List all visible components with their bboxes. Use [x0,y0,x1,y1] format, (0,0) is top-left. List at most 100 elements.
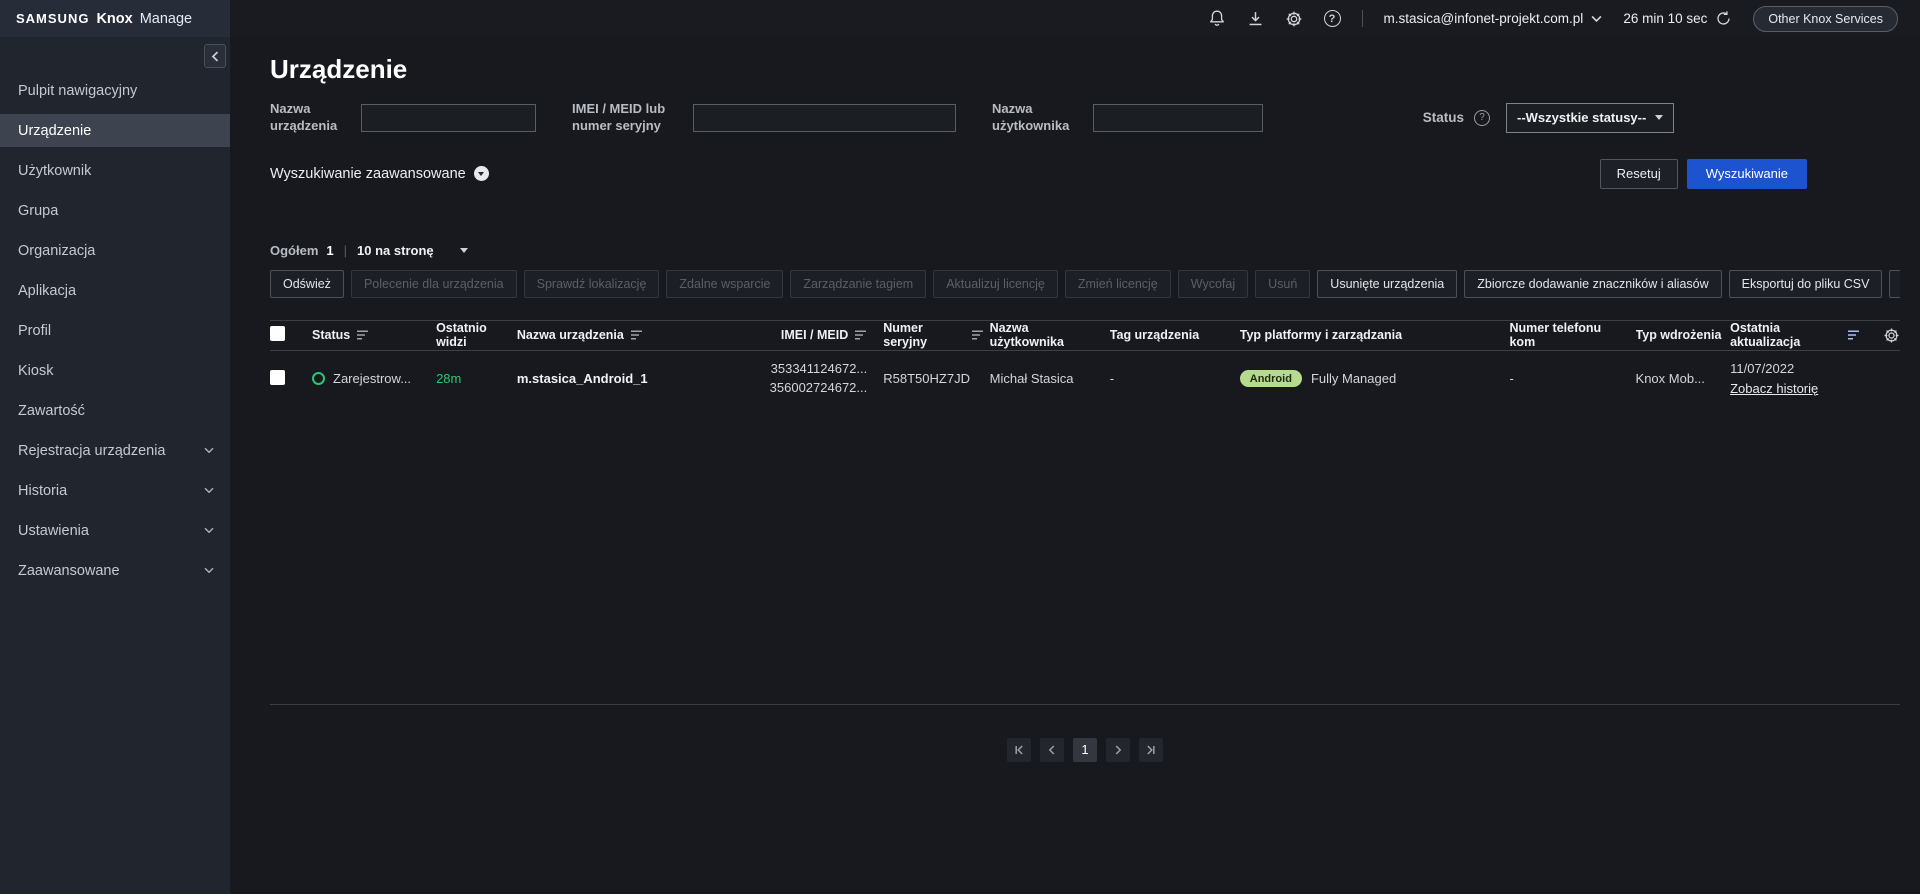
topbar-divider [1362,10,1363,27]
table-empty-area [270,407,1900,705]
change-license-button[interactable]: Zmień licencję [1065,270,1171,298]
sidebar: Pulpit nawigacyjny Urządzenie Użytkownik… [0,37,230,894]
sidebar-item-zaawansowane[interactable]: Zaawansowane [0,554,230,587]
current-page-button[interactable]: 1 [1073,738,1097,762]
deleted-devices-button[interactable]: Usunięte urządzenia [1317,270,1457,298]
column-label: IMEI / MEID [781,328,848,342]
search-buttons: Resetuj Wyszukiwanie [1600,159,1807,189]
chevron-down-icon [204,527,214,534]
user-name-input[interactable] [1093,104,1263,132]
sort-icon[interactable] [971,330,984,340]
imei-line-2: 356002724672... [749,379,867,398]
next-page-button[interactable] [1106,738,1130,762]
column-label: Status [312,328,350,342]
export-csv-button[interactable]: Eksportuj do pliku CSV [1729,270,1883,298]
row-checkbox[interactable] [270,370,285,385]
header-device-name: Nazwa urządzenia [517,328,749,342]
sidebar-item-kiosk[interactable]: Kiosk [0,354,230,387]
sidebar-item-uzytkownik[interactable]: Użytkownik [0,154,230,187]
sidebar-item-rejestracja-urzadzenia[interactable]: Rejestracja urządzenia [0,434,230,467]
sidebar-item-profil[interactable]: Profil [0,314,230,347]
first-page-button[interactable] [1007,738,1031,762]
status-help-icon[interactable]: ? [1474,110,1490,126]
row-imei-cell: 353341124672... 356002724672... [749,360,873,398]
session-timer-value: 26 min 10 sec [1623,11,1707,26]
settings-gear-icon[interactable] [1285,10,1303,28]
pagination: 1 [270,738,1900,762]
status-enrolled-icon [312,372,325,385]
management-type-text: Fully Managed [1311,371,1396,386]
column-settings-gear-icon[interactable] [1883,327,1900,344]
page-size-select[interactable]: 10 na stronę [357,243,468,258]
status-text: Zarejestrow... [333,371,411,386]
sidebar-item-organizacja[interactable]: Organizacja [0,234,230,267]
notifications-bell-icon[interactable] [1208,9,1226,28]
imei-label: IMEI / MEID lub numer seryjny [572,101,680,135]
header-user-name: Nazwa użytkownika [990,321,1110,349]
sidebar-collapse-button[interactable] [204,44,226,68]
topbar-actions: ? m.stasica@infonet-projekt.com.pl 26 mi… [230,0,1920,37]
status-label: Status [1423,110,1464,125]
app-logo: SAMSUNG Knox Manage [0,0,230,37]
sort-icon-active[interactable] [1847,330,1860,340]
column-label: Typ platformy i zarządzania [1240,328,1402,342]
row-device-name[interactable]: m.stasica_Android_1 [517,371,749,386]
remote-support-button[interactable]: Zdalne wsparcie [666,270,783,298]
sort-icon[interactable] [630,330,643,340]
sort-icon[interactable] [854,330,867,340]
sort-icon[interactable] [356,330,369,340]
sidebar-item-historia[interactable]: Historia [0,474,230,507]
sidebar-item-urzadzenie[interactable]: Urządzenie [0,114,230,147]
device-command-button[interactable]: Polecenie dla urządzenia [351,270,517,298]
column-label: Numer seryjny [883,321,964,349]
user-email: m.stasica@infonet-projekt.com.pl [1384,11,1584,26]
retire-button[interactable]: Wycofaj [1178,270,1248,298]
header-deployment: Typ wdrożenia [1636,328,1731,342]
download-icon[interactable] [1247,10,1264,27]
sidebar-item-label: Użytkownik [18,163,91,179]
row-deployment: Knox Mob... [1636,371,1731,386]
check-location-button[interactable]: Sprawdź lokalizację [524,270,660,298]
prev-page-button[interactable] [1040,738,1064,762]
status-select[interactable]: --Wszystkie statusy-- [1506,103,1674,133]
header-last-seen: Ostatnio widzi [436,321,517,349]
status-filter: Status ? --Wszystkie statusy-- [1423,103,1674,133]
view-history-link[interactable]: Zobacz historię [1730,379,1860,399]
sidebar-item-grupa[interactable]: Grupa [0,194,230,227]
tag-management-button[interactable]: Zarządzanie tagiem [790,270,926,298]
delete-button[interactable]: Usuń [1255,270,1310,298]
restore-button[interactable]: Przywróć [1889,270,1900,298]
sidebar-item-ustawienia[interactable]: Ustawienia [0,514,230,547]
sidebar-item-label: Aplikacja [18,283,76,299]
sidebar-item-aplikacja[interactable]: Aplikacja [0,274,230,307]
session-reset-icon[interactable] [1715,10,1732,27]
help-icon[interactable]: ? [1324,10,1341,27]
other-knox-services-button[interactable]: Other Knox Services [1753,6,1898,32]
chevron-down-icon [460,248,468,253]
chevron-down-icon [204,447,214,454]
imei-input[interactable] [693,104,956,132]
session-timer: 26 min 10 sec [1623,10,1732,27]
device-actions-toolbar: Odśwież Polecenie dla urządzenia Sprawdź… [270,270,1900,298]
last-page-button[interactable] [1139,738,1163,762]
select-all-checkbox[interactable] [270,326,285,341]
device-name-input[interactable] [361,104,536,132]
account-menu[interactable]: m.stasica@infonet-projekt.com.pl [1384,11,1603,26]
skip-last-icon [1145,744,1157,756]
update-license-button[interactable]: Aktualizuj licencję [933,270,1058,298]
sidebar-item-zawartosc[interactable]: Zawartość [0,394,230,427]
sidebar-item-pulpit-nawigacyjny[interactable]: Pulpit nawigacyjny [0,74,230,107]
main-content: Urządzenie Nazwa urządzenia IMEI / MEID … [230,37,1920,894]
reset-button[interactable]: Resetuj [1600,159,1678,189]
user-name-label: Nazwa użytkownika [992,101,1080,135]
sidebar-item-label: Pulpit nawigacyjny [18,83,137,99]
advanced-search-toggle[interactable]: Wyszukiwanie zaawansowane [270,166,489,182]
sidebar-item-label: Kiosk [18,363,53,379]
search-button[interactable]: Wyszukiwanie [1687,159,1807,189]
refresh-button[interactable]: Odśwież [270,270,344,298]
status-select-value: --Wszystkie statusy-- [1517,110,1655,125]
bulk-tags-aliases-button[interactable]: Zbiorcze dodawanie znaczników i aliasów [1464,270,1721,298]
total-count: 1 [326,243,333,258]
column-label: Nazwa użytkownika [990,321,1064,349]
row-checkbox-cell [270,370,312,388]
